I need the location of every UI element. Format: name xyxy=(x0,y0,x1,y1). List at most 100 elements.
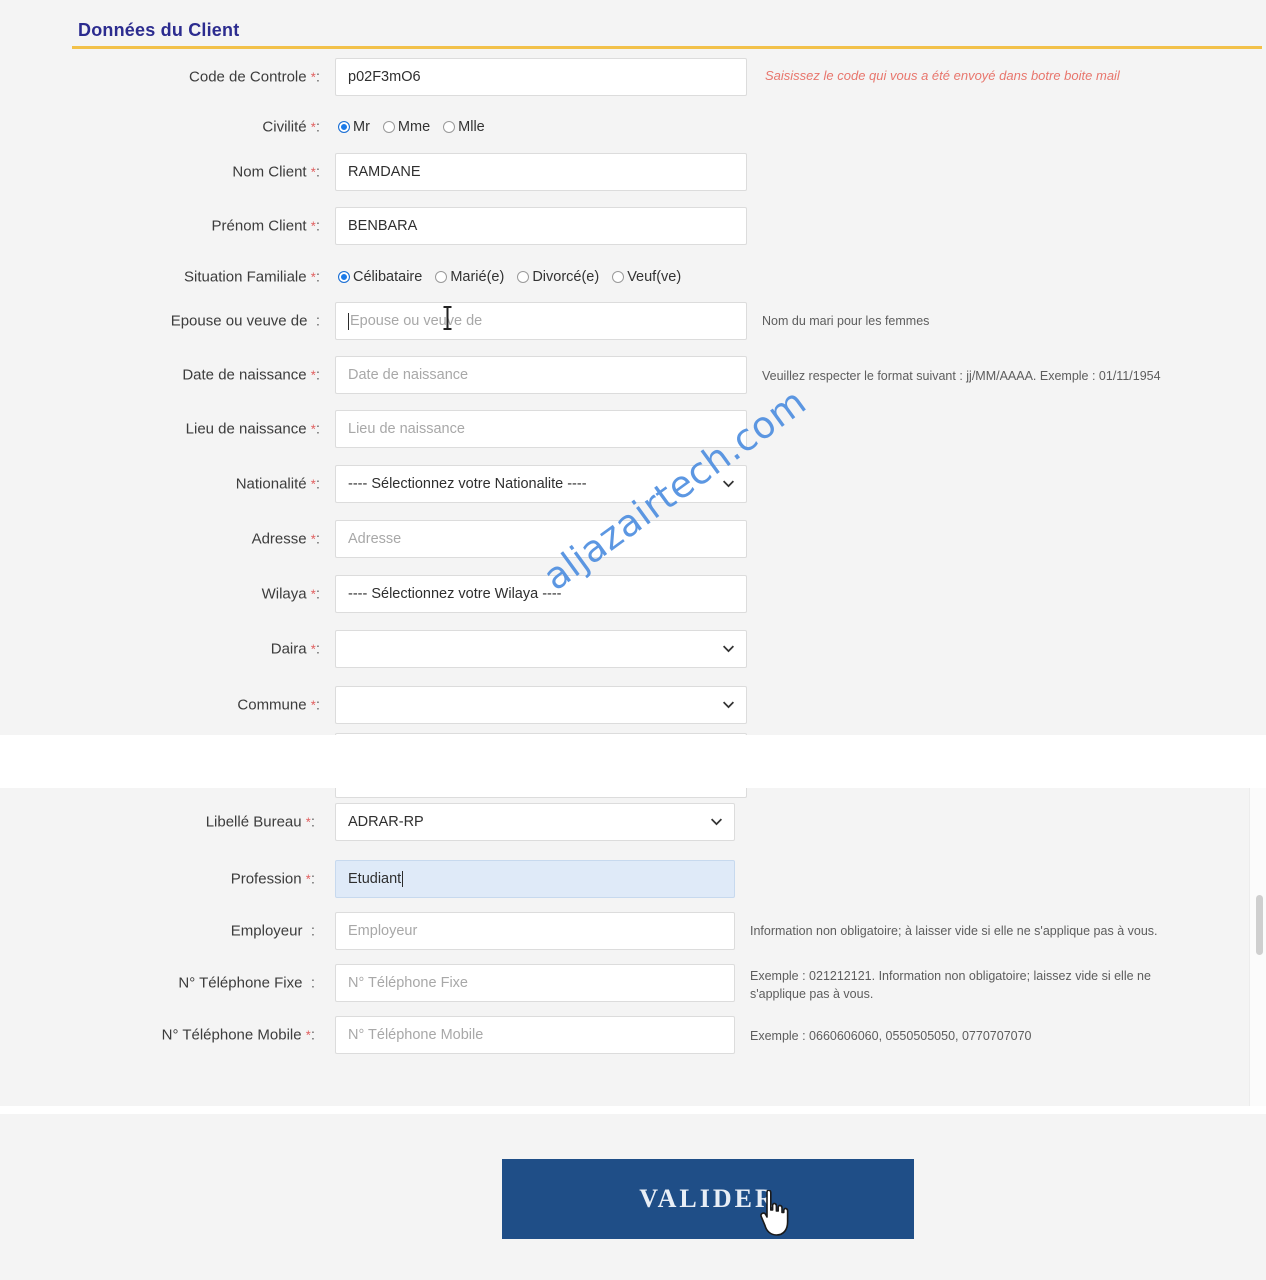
label-colon: : xyxy=(306,974,315,992)
section-title-client: Données du Client xyxy=(78,20,240,40)
input-placeholder: N° Téléphone Mobile xyxy=(348,1027,484,1043)
input-placeholder: Epouse ou veuve de xyxy=(350,313,483,329)
input-placeholder: Date de naissance xyxy=(348,367,469,383)
label-colon: : xyxy=(315,640,320,658)
page-root: Données du Client Code de Controle *: p0… xyxy=(0,0,1266,1280)
input-value: p02F3mO6 xyxy=(348,69,421,85)
validate-button[interactable]: VALIDER xyxy=(502,1159,914,1239)
label-box: Libellé Bureau *: xyxy=(0,800,315,844)
label-text: N° Téléphone Fixe xyxy=(178,974,303,992)
field-label: Wilaya *: xyxy=(262,586,320,603)
nationalite-select[interactable]: ---- Sélectionnez votre Nationalite ---- xyxy=(335,465,747,503)
field-label: Nom Client *: xyxy=(232,164,320,181)
employeur-input[interactable]: Employeur xyxy=(335,912,735,950)
libelle-bureau-select[interactable]: ADRAR-RP xyxy=(335,803,735,841)
epouse-ou-veuve-de-input[interactable]: Epouse ou veuve de xyxy=(335,302,747,340)
label-colon: : xyxy=(315,475,320,493)
radio-option-marie[interactable]: Marié(e) xyxy=(435,269,504,285)
radio-option-veuf[interactable]: Veuf(ve) xyxy=(612,269,681,285)
field-label: Adresse *: xyxy=(252,531,320,548)
input-value: BENBARA xyxy=(348,218,418,234)
field-label: Nationalité *: xyxy=(236,476,320,493)
profession-input[interactable]: Etudiant xyxy=(335,860,735,898)
label-box: Date de naissance *: xyxy=(0,353,320,397)
radio-indicator[interactable] xyxy=(443,121,456,133)
label-box: Daira *: xyxy=(0,627,320,671)
code-de-controle-input[interactable]: p02F3mO6 xyxy=(335,58,747,96)
adresse-input[interactable]: Adresse xyxy=(335,520,747,558)
label-colon: : xyxy=(315,268,320,286)
nom-client-input[interactable]: RAMDANE xyxy=(335,153,747,191)
radio-option-mlle[interactable]: Mlle xyxy=(443,119,485,135)
input-placeholder: N° Téléphone Fixe xyxy=(348,975,468,991)
label-colon: : xyxy=(310,813,315,831)
label-box: Lieu de naissance *: xyxy=(0,407,320,451)
radio-indicator[interactable] xyxy=(338,271,350,283)
telephone-mobile-input[interactable]: N° Téléphone Mobile xyxy=(335,1016,735,1054)
radio-option-mme[interactable]: Mme xyxy=(382,119,430,135)
prenom-client-input[interactable]: BENBARA xyxy=(335,207,747,245)
daira-select[interactable] xyxy=(335,630,747,668)
lieu-de-naissance-input[interactable]: Lieu de naissance xyxy=(335,410,747,448)
radio-label: Veuf(ve) xyxy=(627,269,682,285)
situation-familiale-radio-group: Célibataire Marié(e) Divorcé(e) Veuf(ve) xyxy=(338,269,681,285)
radio-indicator[interactable] xyxy=(338,121,350,133)
partial-input-cutoff-top[interactable] xyxy=(335,788,747,798)
form-row-wilaya: Wilaya *: ---- Sélectionnez votre Wilaya… xyxy=(0,572,1266,616)
chevron-down-icon xyxy=(723,645,734,653)
label-box: Civilité *: xyxy=(0,105,320,149)
field-label: Lieu de naissance *: xyxy=(186,421,320,438)
form-row-situation-familiale: Situation Familiale *: Célibataire Marié… xyxy=(0,255,1266,299)
telephone-fixe-input[interactable]: N° Téléphone Fixe xyxy=(335,964,735,1002)
partial-input-cutoff[interactable] xyxy=(335,733,747,735)
field-label: Code de Controle *: xyxy=(189,69,320,86)
radio-label: Mr xyxy=(353,119,370,135)
label-box: N° Téléphone Mobile *: xyxy=(0,1013,315,1057)
input-value: RAMDANE xyxy=(348,164,421,180)
label-colon: : xyxy=(315,585,320,603)
label-text: Adresse xyxy=(251,530,307,548)
wilaya-select[interactable]: ---- Sélectionnez votre Wilaya ---- xyxy=(335,575,747,613)
radio-indicator[interactable] xyxy=(612,271,625,283)
label-text: Lieu de naissance xyxy=(185,420,307,438)
radio-option-divorce[interactable]: Divorcé(e) xyxy=(517,269,599,285)
employeur-hint: Information non obligatoire; à laisser v… xyxy=(750,924,1158,938)
radio-option-celibataire[interactable]: Célibataire xyxy=(338,269,422,285)
radio-label: Célibataire xyxy=(353,269,423,285)
label-colon: : xyxy=(311,312,320,330)
form-row-telephone-fixe: N° Téléphone Fixe : N° Téléphone Fixe Ex… xyxy=(0,961,1266,1005)
telephone-fixe-hint: Exemple : 021212121. Information non obl… xyxy=(750,969,1151,1002)
field-label: Epouse ou veuve de : xyxy=(171,313,320,330)
label-text: Wilaya xyxy=(261,585,307,603)
client-data-panel: Données du Client Code de Controle *: p0… xyxy=(0,0,1266,735)
field-label: Libellé Bureau *: xyxy=(206,814,315,831)
label-box: Situation Familiale *: xyxy=(0,255,320,299)
label-colon: : xyxy=(315,217,320,235)
field-label: Daira *: xyxy=(271,641,320,658)
label-text: Nom Client xyxy=(232,163,307,181)
radio-indicator[interactable] xyxy=(517,271,530,283)
select-value: ---- Sélectionnez votre Wilaya ---- xyxy=(348,586,562,602)
date-de-naissance-input[interactable]: Date de naissance xyxy=(335,356,747,394)
chevron-down-icon xyxy=(723,480,734,488)
field-label: N° Téléphone Mobile *: xyxy=(162,1027,315,1044)
field-label: Employeur : xyxy=(231,923,315,940)
radio-option-mr[interactable]: Mr xyxy=(338,119,370,135)
text-caret xyxy=(348,312,349,330)
label-colon: : xyxy=(315,68,320,86)
radio-indicator[interactable] xyxy=(382,121,395,133)
label-box: N° Téléphone Fixe : xyxy=(0,961,315,1005)
commune-select[interactable] xyxy=(335,686,747,724)
radio-label: Mlle xyxy=(458,119,485,135)
label-colon: : xyxy=(315,163,320,181)
label-text: Commune xyxy=(237,696,307,714)
form-row-epouse-ou-veuve-de: Epouse ou veuve de : Epouse ou veuve de … xyxy=(0,299,1266,343)
field-label: Commune *: xyxy=(237,697,320,714)
form-row-libelle-bureau: Libellé Bureau *: ADRAR-RP xyxy=(0,800,1266,844)
label-colon: : xyxy=(306,922,315,940)
vertical-scrollbar-thumb[interactable] xyxy=(1256,895,1263,955)
label-text: Epouse ou veuve de xyxy=(170,312,308,330)
radio-indicator[interactable] xyxy=(435,271,448,283)
label-colon: : xyxy=(315,366,320,384)
label-text: Employeur xyxy=(230,922,303,940)
